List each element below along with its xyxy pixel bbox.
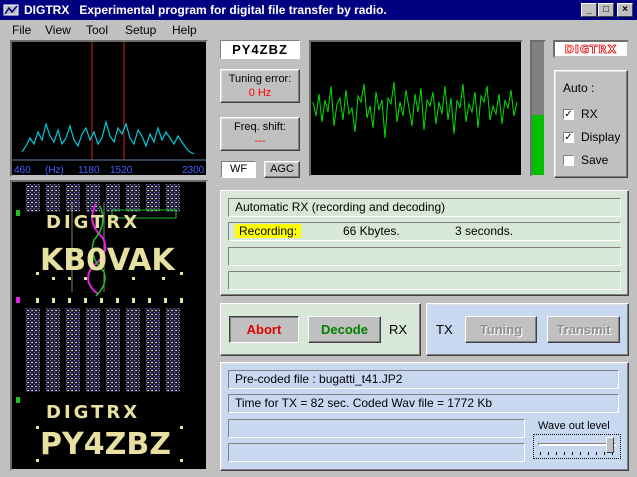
- spectrum-axis-2300: 2300: [182, 165, 205, 175]
- minimize-button[interactable]: _: [581, 3, 597, 17]
- maximize-button[interactable]: □: [598, 3, 614, 17]
- tx-empty-line-1: [228, 419, 525, 438]
- precoded-file-line: Pre-coded file : bugatti_t41.JP2: [228, 370, 619, 389]
- waterfall-text-kb0vak: KB0VAK: [40, 243, 176, 278]
- rx-checkbox-label: RX: [581, 107, 598, 121]
- wave-out-slider[interactable]: [533, 434, 621, 459]
- tuning-button[interactable]: Tuning: [465, 316, 537, 343]
- menu-bar: File View Tool Setup Help: [0, 20, 637, 38]
- recording-seconds: 3 seconds.: [455, 224, 514, 238]
- status-panel: Automatic RX (recording and decoding) Re…: [220, 190, 629, 296]
- waterfall-text-digtrx-2: DIGTRX: [46, 402, 140, 423]
- auto-panel: Auto : ✓ RX ✓ Display Save: [554, 70, 628, 178]
- callsign-field[interactable]: PY4ZBZ: [220, 40, 300, 59]
- menu-view[interactable]: View: [45, 23, 71, 37]
- save-checkbox-label: Save: [581, 153, 609, 167]
- display-checkbox[interactable]: ✓: [563, 132, 574, 143]
- tx-label: TX: [436, 322, 453, 337]
- display-checkbox-label: Display: [581, 130, 621, 144]
- auto-title: Auto :: [563, 81, 595, 95]
- wf-button[interactable]: WF: [221, 161, 256, 178]
- tuning-error-label: Tuning error:: [228, 73, 292, 85]
- tx-time-line: Time for TX = 82 sec. Coded Wav file = 1…: [228, 394, 619, 413]
- title-bar: DIGTRX Experimental program for digital …: [0, 0, 637, 20]
- rx-label: RX: [389, 322, 408, 337]
- waterfall-text-digtrx-1: DIGTRX: [46, 212, 140, 233]
- tuning-error-value: 0 Hz: [248, 87, 272, 99]
- freq-shift-box: Freq. shift: ---: [220, 117, 300, 151]
- wave-out-label: Wave out level: [538, 420, 610, 432]
- tuning-error-box: Tuning error: 0 Hz: [220, 69, 300, 103]
- status-mode-line: Automatic RX (recording and decoding): [228, 198, 621, 217]
- level-meter-fill: [532, 115, 544, 175]
- wave-out-slider-thumb[interactable]: [606, 437, 614, 453]
- rx-panel: Abort Decode RX: [220, 303, 421, 356]
- decode-button[interactable]: Decode: [308, 316, 381, 343]
- tx-panel: TX Tuning Transmit: [426, 303, 629, 356]
- waterfall-text-py4zbz: PY4ZBZ: [40, 427, 171, 462]
- transmit-button[interactable]: Transmit: [547, 316, 620, 343]
- spectrum-graph: 460 (Hz) 1180 1520 2300: [12, 42, 206, 175]
- tx-empty-line-2: [228, 443, 525, 462]
- logo-text: DIGTRX: [565, 43, 618, 56]
- menu-file[interactable]: File: [12, 23, 31, 37]
- digtrx-logo: DIGTRX: [553, 40, 629, 58]
- spectrum-axis-unit: (Hz): [45, 165, 64, 175]
- level-meter: [530, 40, 546, 177]
- tx-info-panel: Pre-coded file : bugatti_t41.JP2 Time fo…: [220, 362, 629, 471]
- spectrum-display[interactable]: 460 (Hz) 1180 1520 2300: [10, 40, 208, 177]
- menu-setup[interactable]: Setup: [125, 23, 156, 37]
- recording-label: Recording:: [235, 224, 302, 238]
- waterfall-display[interactable]: DIGTRX KB0VAK DIGTRX PY4ZBZ: [10, 180, 208, 471]
- menu-tool[interactable]: Tool: [86, 23, 108, 37]
- status-empty-line-1: [228, 247, 621, 266]
- save-checkbox[interactable]: [563, 155, 574, 166]
- recording-kbytes: 66 Kbytes.: [343, 224, 400, 238]
- spectrum-axis-1180: 1180: [78, 165, 100, 175]
- close-button[interactable]: ×: [617, 3, 633, 17]
- waterfall-graph: DIGTRX KB0VAK DIGTRX PY4ZBZ: [16, 184, 183, 462]
- spectrum-axis-460: 460: [14, 165, 31, 175]
- agc-button[interactable]: AGC: [264, 161, 300, 178]
- rx-checkbox[interactable]: ✓: [563, 109, 574, 120]
- status-empty-line-2: [228, 271, 621, 290]
- waveform-graph: [312, 81, 518, 139]
- menu-help[interactable]: Help: [172, 23, 197, 37]
- abort-button[interactable]: Abort: [229, 316, 299, 343]
- freq-shift-value: ---: [254, 135, 266, 147]
- window-subtitle: Experimental program for digital file tr…: [79, 3, 387, 17]
- status-recording-line: Recording: 66 Kbytes. 3 seconds.: [228, 222, 621, 241]
- app-icon[interactable]: [3, 2, 19, 18]
- app-name: DIGTRX: [24, 3, 70, 17]
- spectrum-axis-1520: 1520: [110, 165, 133, 175]
- freq-shift-label: Freq. shift:: [234, 121, 286, 133]
- oscilloscope-display: [309, 40, 523, 177]
